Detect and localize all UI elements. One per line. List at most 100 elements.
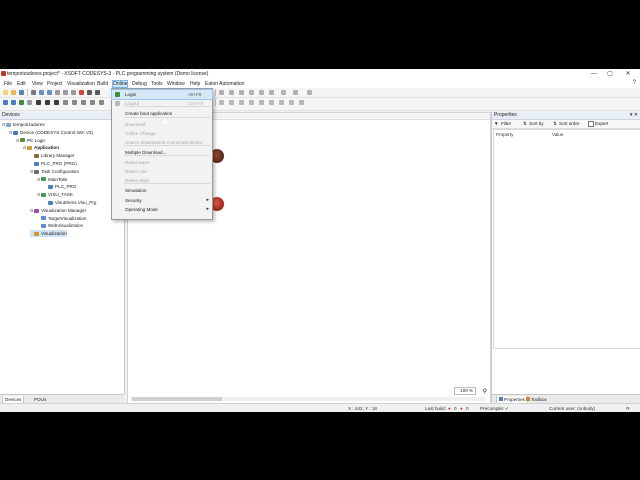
- open-project-icon[interactable]: [11, 90, 16, 95]
- stop-icon[interactable]: [45, 100, 50, 105]
- visu-frame-icon[interactable]: [299, 100, 304, 105]
- zoom-tool-icon[interactable]: ⚲: [483, 388, 487, 395]
- menu-eaton-automation[interactable]: Eaton Automation: [205, 81, 244, 87]
- tree-item[interactable]: ⊟ Task Configuration: [30, 168, 79, 175]
- breakpoint-icon[interactable]: [63, 100, 68, 105]
- close-button[interactable]: ✕: [620, 70, 636, 79]
- online-menu-item[interactable]: Operating Mode ▸: [112, 205, 212, 214]
- menu-debug[interactable]: Debug: [132, 81, 147, 87]
- align-left-icon[interactable]: [229, 90, 234, 95]
- menu-view[interactable]: View: [32, 81, 43, 87]
- menu-edit[interactable]: Edit: [17, 81, 26, 87]
- zoom-level[interactable]: 100 %: [454, 387, 476, 395]
- tree-item[interactable]: ⊟ MainTask: [37, 176, 67, 183]
- menu-item-icon: [115, 92, 120, 97]
- menu-build[interactable]: Build: [97, 81, 108, 87]
- align-right-icon[interactable]: [239, 90, 244, 95]
- tree-item[interactable]: TargetVisualization: [37, 215, 86, 222]
- step-over-icon[interactable]: [72, 100, 77, 105]
- visu-button-icon[interactable]: [289, 100, 294, 105]
- online-menu-item[interactable]: Create boot application: [112, 109, 212, 118]
- tree-item[interactable]: ⊟ Application: [23, 144, 59, 151]
- tab-toolbox[interactable]: Toolbox: [524, 396, 549, 403]
- paste-icon[interactable]: [71, 90, 76, 95]
- save-icon[interactable]: [19, 90, 24, 95]
- replace-icon[interactable]: [95, 90, 100, 95]
- sort-order-icon[interactable]: ⇅: [553, 121, 557, 127]
- tree-item[interactable]: WebVisualization: [37, 222, 83, 229]
- distribute-icon[interactable]: [269, 90, 274, 95]
- align-bottom-icon[interactable]: [259, 90, 264, 95]
- online-menu-item[interactable]: Simulation: [112, 186, 212, 195]
- visu-rect-icon[interactable]: [229, 100, 234, 105]
- scrollbar-thumb[interactable]: [132, 397, 222, 401]
- align-top-icon[interactable]: [249, 90, 254, 95]
- visu-line-icon[interactable]: [249, 100, 254, 105]
- filter-icon[interactable]: ▼: [494, 121, 499, 126]
- expert-checkbox[interactable]: [588, 121, 594, 127]
- visu-text-icon[interactable]: [269, 100, 274, 105]
- copy-icon[interactable]: [63, 90, 68, 95]
- tree-item[interactable]: ⊟ Plc Logic: [16, 137, 46, 144]
- tree-item[interactable]: PLC_PRG: [44, 183, 76, 190]
- new-project-icon[interactable]: [3, 90, 8, 95]
- menu-window[interactable]: Window: [167, 81, 185, 87]
- visu-ellipse-icon[interactable]: [239, 100, 244, 105]
- reset-icon[interactable]: [54, 100, 59, 105]
- sort-by-icon[interactable]: ⇅: [523, 121, 527, 127]
- properties-grid[interactable]: Property Value: [493, 129, 640, 349]
- filter-button[interactable]: Filter: [501, 121, 511, 126]
- build-warning-count[interactable]: 0: [466, 406, 469, 411]
- group-icon[interactable]: [281, 90, 286, 95]
- delete-icon[interactable]: [79, 90, 84, 95]
- login-icon[interactable]: [19, 100, 24, 105]
- tree-item[interactable]: ⊟ temporizadores: [2, 121, 45, 128]
- menu-online[interactable]: Online: [111, 80, 129, 88]
- tree-item[interactable]: Library Manager: [30, 152, 74, 159]
- zoom-icon[interactable]: [219, 90, 224, 95]
- bring-front-icon[interactable]: [307, 90, 312, 95]
- start-icon[interactable]: [36, 100, 41, 105]
- tab-pous[interactable]: POUs: [32, 396, 48, 403]
- print-icon[interactable]: [31, 90, 36, 95]
- visu-image-icon[interactable]: [279, 100, 284, 105]
- tree-item[interactable]: Visualization: [30, 230, 67, 238]
- logout-icon[interactable]: [27, 100, 32, 105]
- ungroup-icon[interactable]: [293, 90, 298, 95]
- sort-order-button[interactable]: Sort order: [559, 121, 579, 126]
- cut-icon[interactable]: [55, 90, 60, 95]
- build-error-icon: ●: [448, 406, 451, 411]
- tree-item[interactable]: VisuElems.Visu_Prg: [44, 199, 96, 206]
- build-icon[interactable]: [3, 100, 8, 105]
- rebuild-icon[interactable]: [11, 100, 16, 105]
- online-menu-item[interactable]: Security ▸: [112, 196, 212, 205]
- visu-polygon-icon[interactable]: [259, 100, 264, 105]
- tree-item[interactable]: PLC_PRG (PRG): [30, 160, 77, 167]
- write-values-icon[interactable]: [99, 100, 104, 105]
- column-header-property: Property: [496, 132, 514, 137]
- editor-horizontal-scrollbar[interactable]: [130, 397, 485, 401]
- visu-element-icon[interactable]: [219, 100, 224, 105]
- online-menu-item[interactable]: Multiple Download...: [112, 148, 212, 157]
- tree-item[interactable]: ⊟ Device (CODESYS Control Win V3): [9, 129, 93, 136]
- menu-file[interactable]: File: [4, 81, 12, 87]
- maximize-button[interactable]: ▢: [602, 70, 618, 79]
- build-error-count[interactable]: 0: [454, 406, 457, 411]
- help-icon[interactable]: ?: [633, 80, 636, 86]
- step-out-icon[interactable]: [90, 100, 95, 105]
- tree-item[interactable]: ⊟ VISU_TASK: [37, 191, 73, 198]
- redo-icon[interactable]: [47, 90, 52, 95]
- minimize-button[interactable]: —: [586, 70, 602, 79]
- menu-visualization[interactable]: Visualization: [67, 81, 95, 87]
- find-icon[interactable]: [87, 90, 92, 95]
- sort-by-button[interactable]: Sort by: [529, 121, 544, 126]
- step-into-icon[interactable]: [81, 100, 86, 105]
- online-menu-item[interactable]: Login Alt+F8: [111, 89, 213, 100]
- undo-icon[interactable]: [39, 90, 44, 95]
- panel-pin-close-icon[interactable]: ▾ ✕: [630, 112, 638, 119]
- menu-project[interactable]: Project: [47, 81, 63, 87]
- menu-help[interactable]: Help: [190, 81, 200, 87]
- refresh-icon[interactable]: ⟳: [626, 406, 630, 412]
- tree-item[interactable]: ⊟ Visualization Manager: [30, 207, 86, 214]
- menu-tools[interactable]: Tools: [151, 81, 163, 87]
